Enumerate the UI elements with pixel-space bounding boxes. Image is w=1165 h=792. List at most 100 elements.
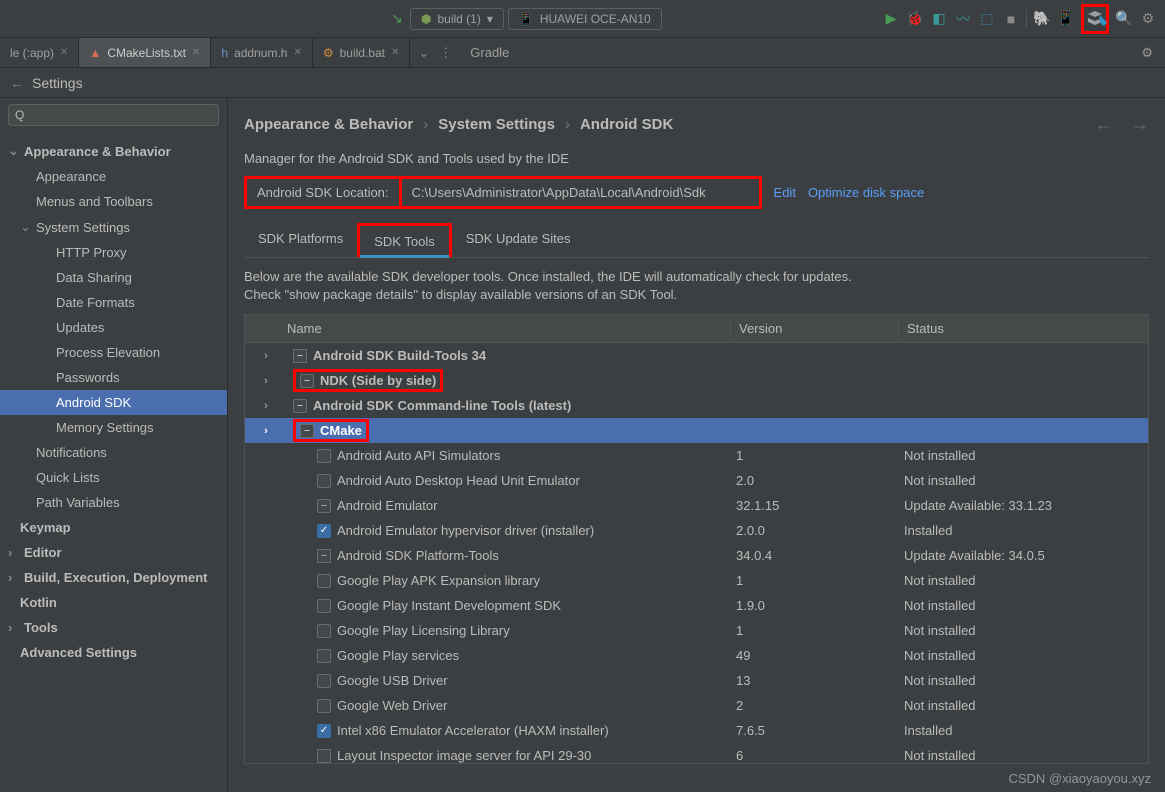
sidebar-item-advanced[interactable]: Advanced Settings <box>0 640 227 665</box>
checkbox[interactable] <box>317 474 331 488</box>
table-row[interactable]: Android Auto Desktop Head Unit Emulator2… <box>245 468 1148 493</box>
more-icon[interactable]: ⋮ <box>439 45 452 61</box>
table-row[interactable]: Android SDK Platform-Tools34.0.4Update A… <box>245 543 1148 568</box>
checkbox[interactable] <box>317 624 331 638</box>
checkbox[interactable] <box>317 724 331 738</box>
table-row[interactable]: ›NDK (Side by side) <box>245 368 1148 393</box>
table-row[interactable]: Android Auto API Simulators1Not installe… <box>245 443 1148 468</box>
checkbox[interactable] <box>317 549 331 563</box>
table-row[interactable]: ›Android SDK Build-Tools 34 <box>245 343 1148 368</box>
checkbox[interactable] <box>317 699 331 713</box>
close-icon[interactable]: ✕ <box>391 47 399 58</box>
checkbox[interactable] <box>317 649 331 663</box>
chevron-right-icon[interactable]: › <box>259 400 273 412</box>
sidebar-item-kotlin[interactable]: Kotlin <box>0 590 227 615</box>
sidebar-item-system-settings[interactable]: ⌄System Settings <box>0 214 227 240</box>
sidebar-item-notifications[interactable]: Notifications <box>0 440 227 465</box>
optimize-link[interactable]: Optimize disk space <box>808 185 924 200</box>
debug-icon[interactable]: 🐞 <box>906 10 924 28</box>
sidebar-item-passwords[interactable]: Passwords <box>0 365 227 390</box>
avd-manager-icon[interactable]: 📱 <box>1057 10 1075 28</box>
app-inspection-icon[interactable]: ⬚ <box>978 10 996 28</box>
tab-cmakelists[interactable]: ▲ CMakeLists.txt ✕ <box>79 38 211 67</box>
tab-build-bat[interactable]: ⚙ build.bat ✕ <box>313 38 411 67</box>
sidebar-item-editor[interactable]: ›Editor <box>0 540 227 565</box>
bc-appearance[interactable]: Appearance & Behavior <box>244 116 413 133</box>
checkbox[interactable] <box>293 399 307 413</box>
nav-back-icon[interactable]: ← <box>1095 114 1113 135</box>
chevron-right-icon[interactable]: › <box>259 425 273 437</box>
chevron-down-icon[interactable]: ⌄ <box>418 45 429 61</box>
table-row[interactable]: Google Play services49Not installed <box>245 643 1148 668</box>
table-row[interactable]: Google Play APK Expansion library1Not in… <box>245 568 1148 593</box>
checkbox[interactable] <box>317 749 331 763</box>
col-status[interactable]: Status <box>898 315 1148 342</box>
tab-addnum-h[interactable]: h addnum.h ✕ <box>211 38 312 67</box>
table-row[interactable]: Google Play Instant Development SDK1.9.0… <box>245 593 1148 618</box>
tab-sdk-tools[interactable]: SDK Tools <box>357 223 451 257</box>
checkbox[interactable] <box>317 574 331 588</box>
sidebar-item-android-sdk[interactable]: Android SDK <box>0 390 227 415</box>
edit-link[interactable]: Edit <box>774 185 796 200</box>
sdk-manager-icon[interactable] <box>1086 9 1104 27</box>
checkbox[interactable] <box>317 524 331 538</box>
sidebar-item-menus-toolbars[interactable]: Menus and Toolbars <box>0 189 227 214</box>
run-config-selector[interactable]: ⬢ build (1) ▾ <box>410 8 504 30</box>
hammer-icon[interactable]: ↘ <box>388 10 406 28</box>
checkbox[interactable] <box>317 599 331 613</box>
search-icon[interactable]: 🔍 <box>1115 10 1133 28</box>
close-icon[interactable]: ✕ <box>192 47 200 58</box>
table-row[interactable]: ›Android SDK Command-line Tools (latest) <box>245 393 1148 418</box>
gear-icon[interactable]: ⚙ <box>1141 45 1153 61</box>
close-icon[interactable]: ✕ <box>60 47 68 58</box>
sidebar-item-quick-lists[interactable]: Quick Lists <box>0 465 227 490</box>
profiler-icon[interactable]: 〰 <box>954 10 972 28</box>
search-input[interactable] <box>8 104 219 126</box>
chevron-right-icon[interactable]: › <box>259 350 273 362</box>
sidebar-item-http-proxy[interactable]: HTTP Proxy <box>0 240 227 265</box>
tab-sdk-platforms[interactable]: SDK Platforms <box>244 223 357 257</box>
run-icon[interactable]: ▶ <box>882 10 900 28</box>
sidebar-item-appearance[interactable]: Appearance <box>0 164 227 189</box>
sdk-location-value[interactable]: C:\Users\Administrator\AppData\Local\And… <box>399 179 759 206</box>
stop-icon[interactable]: ■ <box>1002 10 1020 28</box>
chevron-right-icon[interactable]: › <box>259 375 273 387</box>
checkbox[interactable] <box>300 424 314 438</box>
coverage-icon[interactable]: ◧ <box>930 10 948 28</box>
sidebar-item-data-sharing[interactable]: Data Sharing <box>0 265 227 290</box>
sync-icon[interactable]: 🐘 <box>1033 10 1051 28</box>
checkbox[interactable] <box>300 374 314 388</box>
sidebar-item-tools[interactable]: ›Tools <box>0 615 227 640</box>
device-selector[interactable]: 📱 HUAWEI OCE-AN10 <box>508 8 662 30</box>
sidebar-item-memory-settings[interactable]: Memory Settings <box>0 415 227 440</box>
tab-sdk-update-sites[interactable]: SDK Update Sites <box>452 223 585 257</box>
back-icon[interactable]: ← <box>10 75 24 91</box>
table-row[interactable]: Google Play Licensing Library1Not instal… <box>245 618 1148 643</box>
table-row[interactable]: Intel x86 Emulator Accelerator (HAXM ins… <box>245 718 1148 743</box>
tab-app-gradle[interactable]: le (:app) ✕ <box>0 38 79 67</box>
col-name[interactable]: Name <box>245 315 730 342</box>
col-version[interactable]: Version <box>730 315 898 342</box>
table-row[interactable]: Google USB Driver13Not installed <box>245 668 1148 693</box>
checkbox[interactable] <box>317 674 331 688</box>
table-row[interactable]: Android Emulator hypervisor driver (inst… <box>245 518 1148 543</box>
checkbox[interactable] <box>317 449 331 463</box>
sidebar-item-process-elevation[interactable]: Process Elevation <box>0 340 227 365</box>
close-icon[interactable]: ✕ <box>293 47 301 58</box>
table-row[interactable]: Layout Inspector image server for API 29… <box>245 743 1148 763</box>
sidebar-item-path-variables[interactable]: Path Variables <box>0 490 227 515</box>
sidebar-item-date-formats[interactable]: Date Formats <box>0 290 227 315</box>
sidebar-item-keymap[interactable]: Keymap <box>0 515 227 540</box>
checkbox[interactable] <box>317 499 331 513</box>
table-row[interactable]: ›CMake <box>245 418 1148 443</box>
sidebar-item-updates[interactable]: Updates <box>0 315 227 340</box>
nav-fwd-icon[interactable]: → <box>1131 114 1149 135</box>
checkbox[interactable] <box>293 349 307 363</box>
bc-system-settings[interactable]: System Settings <box>438 116 555 133</box>
gear-icon[interactable]: ⚙ <box>1139 10 1157 28</box>
table-row[interactable]: Google Web Driver2Not installed <box>245 693 1148 718</box>
cell-status: Not installed <box>898 598 1148 613</box>
sidebar-item-appearance-behavior[interactable]: ⌄Appearance & Behavior <box>0 138 227 164</box>
table-row[interactable]: Android Emulator32.1.15Update Available:… <box>245 493 1148 518</box>
sidebar-item-build[interactable]: ›Build, Execution, Deployment <box>0 565 227 590</box>
